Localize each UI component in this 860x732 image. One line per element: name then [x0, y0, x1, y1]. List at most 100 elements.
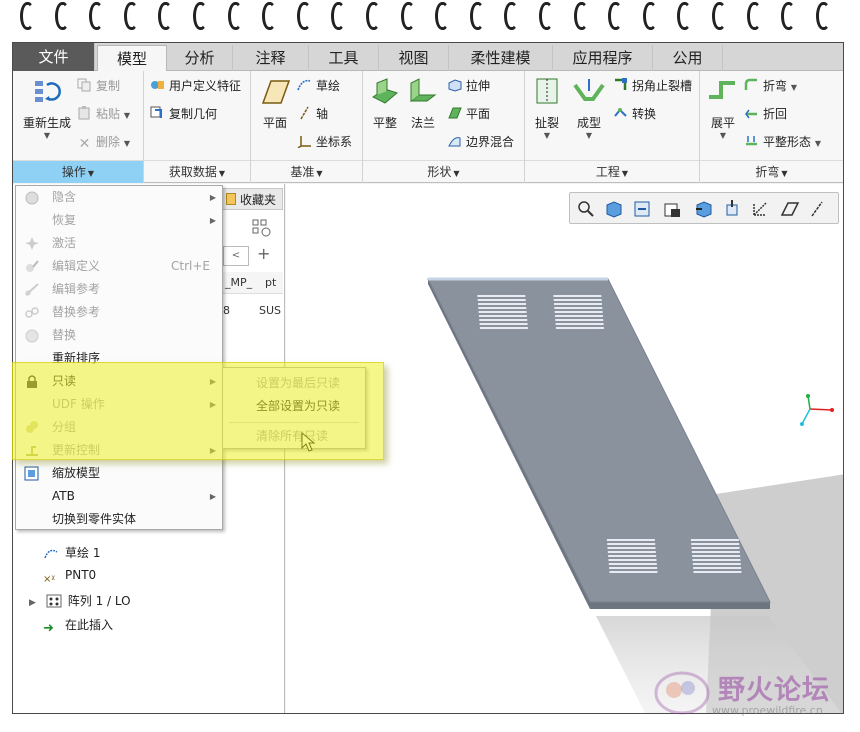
menu-item-switch-to-part[interactable]: 切换到零件实体 [16, 508, 222, 531]
submenu-item-set-all-read-only[interactable]: 全部设置为只读 [223, 395, 365, 418]
tab-view[interactable]: 视图 [379, 45, 449, 71]
sketch-button[interactable]: 草绘 [297, 77, 340, 94]
form-button[interactable]: 成型 ▼ [569, 77, 609, 140]
submenu-item-set-last-read-only[interactable]: 设置为最后只读 [223, 372, 365, 395]
tab-model[interactable]: 模型 [97, 45, 167, 72]
graphics-area[interactable] [286, 184, 843, 713]
unbend-label: 展平 [710, 116, 735, 130]
menu-item-resume[interactable]: 恢复 ▶ [16, 209, 222, 232]
axis-display-icon[interactable] [808, 199, 828, 219]
menu-item-suppress[interactable]: 隐含 ▶ [16, 186, 222, 209]
menu-item-label: 替换参考 [52, 305, 101, 319]
convert-label: 转换 [632, 107, 657, 121]
datum-point-icon: ×ᵡ [43, 574, 56, 585]
flat-wall-button[interactable]: 平整 [367, 77, 403, 131]
menu-item-read-only[interactable]: 只读 ▶ [16, 370, 222, 393]
tab-analysis[interactable]: 分析 [167, 45, 233, 71]
submenu-item-label: 设置为最后只读 [256, 376, 341, 390]
planar-button[interactable]: 平面 [447, 105, 490, 122]
column-header-pt[interactable]: pt [265, 276, 276, 289]
copy-button[interactable]: 复制 [77, 77, 120, 94]
menu-item-edit-references[interactable]: 编辑参考 [16, 278, 222, 301]
context-menu: 隐含 ▶ 恢复 ▶ 激活 编辑定义 Ctrl+E 编辑参考 替换参考 替换 重新排序 … [15, 185, 223, 530]
regenerate-button[interactable]: 重新生成 ▼ [17, 77, 77, 140]
favorites-tab[interactable]: 收藏夹 [221, 188, 283, 210]
flange-button[interactable]: 法兰 [405, 77, 441, 131]
axis-button[interactable]: 轴 [297, 105, 328, 122]
flat-state-button[interactable]: 平整形态 ▼ [744, 133, 821, 150]
menu-item-replace[interactable]: 替换 [16, 324, 222, 347]
group-label-get-data[interactable]: 获取数据 ▼ [144, 160, 250, 183]
menu-item-group[interactable]: 分组 [16, 416, 222, 439]
datum-display-icon[interactable] [750, 199, 770, 219]
bend-back-button[interactable]: 折回 [744, 105, 787, 122]
csys-button[interactable]: 坐标系 [297, 133, 352, 150]
tab-flexible-modeling[interactable]: 柔性建模 [449, 45, 553, 71]
tab-applications[interactable]: 应用程序 [553, 45, 653, 71]
menu-item-scale-model[interactable]: 缩放模型 [16, 462, 222, 485]
binding-ring [712, 2, 726, 30]
corner-relief-button[interactable]: 拐角止裂槽 [613, 77, 692, 94]
convert-button[interactable]: 转换 [613, 105, 656, 122]
group-label-shapes[interactable]: 形状 ▼ [363, 160, 524, 183]
tab-file[interactable]: 文件 [13, 43, 95, 71]
add-column-icon[interactable]: + [257, 244, 270, 263]
rip-button[interactable]: 扯裂 ▼ [529, 77, 565, 140]
tree-settings-icon[interactable] [251, 218, 273, 238]
group-label-engineering[interactable]: 工程 ▼ [525, 160, 699, 183]
plane-display-icon[interactable] [780, 199, 800, 219]
tree-item-label: PNT0 [65, 568, 97, 582]
tree-filter-dropdown[interactable]: < [223, 246, 249, 266]
tree-item-point[interactable]: ×ᵡ PNT0 [43, 568, 96, 588]
tree-item-sketch[interactable]: 草绘 1 [43, 544, 100, 561]
menu-item-reorder[interactable]: 重新排序 [16, 347, 222, 370]
boundary-blend-button[interactable]: 边界混合 [447, 133, 514, 150]
tab-tools[interactable]: 工具 [309, 45, 379, 71]
refit-icon[interactable] [576, 199, 596, 219]
tree-item-pattern[interactable]: ▶ 阵列 1 / LO [29, 592, 131, 609]
binding-ring [89, 2, 104, 30]
menu-item-edit-definition[interactable]: 编辑定义 Ctrl+E [16, 255, 222, 278]
tree-item-insert-here[interactable]: ➜ 在此插入 [43, 616, 113, 636]
udf-button[interactable]: 用户定义特征 [150, 77, 241, 94]
delete-button[interactable]: ✕ 删除 ▼ [77, 133, 130, 152]
udf-label: 用户定义特征 [169, 79, 242, 93]
corner-relief-icon [615, 78, 627, 90]
menu-item-atb[interactable]: ATB ▶ [16, 485, 222, 508]
paste-label: 粘贴 [96, 107, 121, 121]
group-label-datum[interactable]: 基准 ▼ [251, 160, 362, 183]
extrude-button[interactable]: 拉伸 [447, 77, 490, 94]
corner-relief-label: 拐角止裂槽 [632, 79, 693, 93]
zoom-out-icon[interactable] [632, 199, 652, 219]
ribbon: 重新生成 ▼ 复制 粘贴 ▼ ✕ 删除 ▼ 操作 ▼ 用户定义特征 复制几何 获… [13, 71, 843, 183]
reorient-icon[interactable] [722, 199, 742, 219]
menu-item-label: 编辑参考 [52, 282, 101, 296]
group-label-bends[interactable]: 折弯 ▼ [700, 160, 843, 183]
zoom-in-icon[interactable] [604, 199, 624, 219]
convert-icon [614, 108, 627, 117]
unbend-button[interactable]: 展平 ▼ [704, 77, 742, 140]
menu-item-label: 激活 [52, 236, 77, 250]
display-style-icon[interactable] [694, 199, 714, 219]
column-cell: 8 [223, 304, 230, 317]
menu-item-replace-references[interactable]: 替换参考 [16, 301, 222, 324]
expand-arrow-icon[interactable]: ▶ [29, 598, 36, 608]
menu-item-udf-operations[interactable]: UDF 操作 ▶ [16, 393, 222, 416]
saved-views-icon[interactable] [662, 199, 682, 219]
group-label-operations[interactable]: 操作 ▼ [13, 160, 143, 183]
copy-geometry-button[interactable]: 复制几何 [150, 105, 217, 122]
chevron-right-icon: ▶ [209, 400, 216, 409]
menu-item-update-control[interactable]: 更新控制 ▶ [16, 439, 222, 462]
tab-utilities[interactable]: 公用 [653, 45, 723, 71]
menu-item-activate[interactable]: 激活 [16, 232, 222, 255]
paste-button[interactable]: 粘贴 ▼ [77, 105, 130, 122]
column-header-mp[interactable]: _MP_ [225, 276, 252, 289]
submenu-item-clear-all-read-only[interactable]: 清除所有只读 [223, 425, 365, 448]
chevron-down-icon: ▼ [123, 139, 130, 148]
sheetmetal-part-view [427, 277, 843, 713]
bend-label: 折弯 [763, 79, 788, 93]
tab-annotate[interactable]: 注释 [233, 45, 309, 71]
plane-button[interactable]: 平面 [257, 77, 293, 131]
bend-button[interactable]: 折弯 ▼ [744, 77, 797, 94]
binding-ring [158, 2, 173, 30]
